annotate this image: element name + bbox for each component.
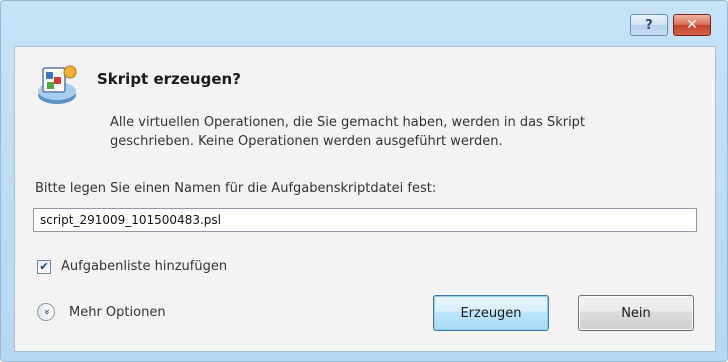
add-task-list-checkbox[interactable]: ✔ bbox=[37, 259, 51, 274]
title-bar-buttons: ? ✕ bbox=[630, 14, 711, 36]
close-button[interactable]: ✕ bbox=[673, 14, 711, 36]
more-options-toggle[interactable]: » Mehr Optionen bbox=[37, 303, 166, 321]
filename-prompt: Bitte legen Sie einen Namen für die Aufg… bbox=[35, 181, 437, 196]
dialog-description: Alle virtuellen Operationen, die Sie gem… bbox=[110, 115, 586, 149]
dialog-window: ? ✕ Skript erzeugen? Alle virtuellen Ope… bbox=[0, 0, 728, 362]
help-button[interactable]: ? bbox=[630, 14, 668, 36]
add-task-list-option[interactable]: ✔ Aufgabenliste hinzufügen bbox=[37, 259, 227, 274]
more-options-label: Mehr Optionen bbox=[69, 304, 166, 320]
double-chevron-down-icon[interactable]: » bbox=[37, 303, 55, 321]
no-button[interactable]: Nein bbox=[578, 295, 694, 331]
filename-input[interactable] bbox=[33, 208, 697, 232]
add-task-list-label: Aufgabenliste hinzufügen bbox=[61, 259, 228, 274]
dialog-title: Skript erzeugen? bbox=[97, 70, 241, 88]
script-dialog-icon bbox=[38, 65, 77, 104]
create-button[interactable]: Erzeugen bbox=[433, 295, 549, 331]
dialog-content: Skript erzeugen? Alle virtuellen Operati… bbox=[14, 46, 716, 352]
